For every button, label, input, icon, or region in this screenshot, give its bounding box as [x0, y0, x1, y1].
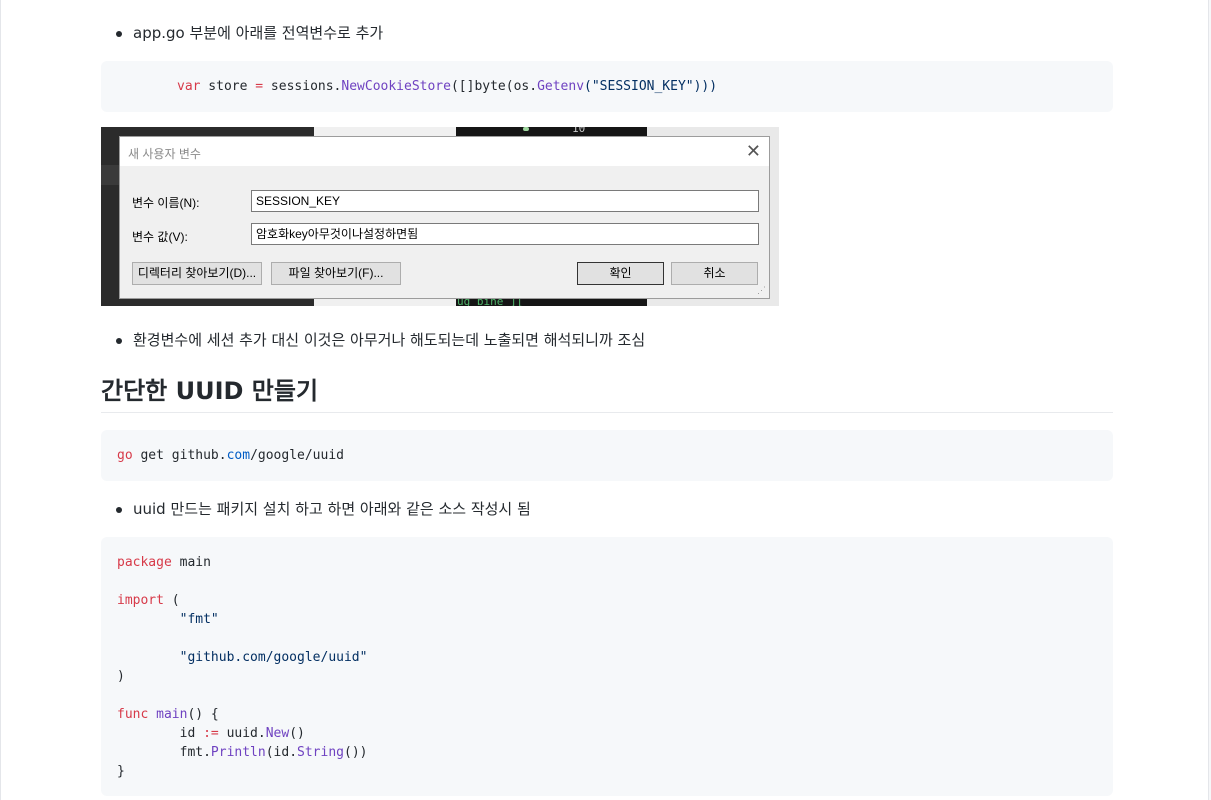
blog-post-page: app.go 부분에 아래를 전역변수로 추가 var store = sess…: [0, 0, 1209, 800]
variable-name-label: 변수 이름(N):: [132, 196, 200, 210]
code-line: ): [117, 669, 125, 684]
list-item-text: app.go 부분에 아래를 전역변수로 추가: [133, 24, 384, 42]
variable-name-field[interactable]: SESSION_KEY: [251, 190, 759, 212]
variable-value-label: 변수 값(V):: [132, 230, 188, 244]
list-item: uuid 만드는 패키지 설치 하고 하면 아래와 같은 소스 작성시 됨: [116, 499, 531, 519]
code-line: id := uuid.New(): [117, 726, 305, 741]
list-item: app.go 부분에 아래를 전역변수로 추가: [115, 23, 384, 43]
env-variable-screenshot: 10 ug bine ][ 새 사용자 변수 ✕ 변수 이름(N): SESSI…: [101, 127, 779, 306]
code-line: var store = sessions.NewCookieStore([]by…: [177, 79, 718, 94]
browse-file-button[interactable]: 파일 찾아보기(F)...: [271, 262, 401, 285]
code-line: "fmt": [117, 612, 219, 627]
ok-button[interactable]: 확인: [577, 262, 664, 285]
resize-grip-icon[interactable]: ⋰: [757, 285, 766, 296]
code-block-uuid-example[interactable]: package main import ( "fmt" "github.com/…: [101, 537, 1113, 796]
close-icon[interactable]: ✕: [746, 141, 761, 161]
code-line: func main() {: [117, 707, 219, 722]
code-block-go-get[interactable]: go get github.com/google/uuid: [101, 430, 1113, 481]
list-item: 환경변수에 세션 추가 대신 이것은 아무거나 해도되는데 노출되면 해석되니까…: [115, 330, 646, 350]
screenshot-bg-stripe: [101, 165, 119, 185]
code-block-session-store[interactable]: var store = sessions.NewCookieStore([]by…: [101, 61, 1113, 112]
new-user-variable-dialog: 새 사용자 변수 ✕ 변수 이름(N): SESSION_KEY 변수 값(V)…: [119, 136, 770, 299]
browse-directory-button[interactable]: 디렉터리 찾아보기(D)...: [132, 262, 262, 285]
code-line: import (: [117, 593, 180, 608]
variable-value-field[interactable]: 암호화key아무것이나설정하면됨: [251, 223, 759, 245]
list-item-text: 환경변수에 세션 추가 대신 이것은 아무거나 해도되는데 노출되면 해석되니까…: [133, 331, 646, 349]
heading-divider: [101, 412, 1113, 413]
dialog-titlebar: 새 사용자 변수 ✕: [120, 137, 769, 166]
dialog-title: 새 사용자 변수: [128, 147, 201, 161]
section-heading: 간단한 UUID 만들기: [101, 377, 319, 405]
code-line: "github.com/google/uuid": [117, 650, 368, 665]
terminal-dot: [523, 127, 529, 131]
terminal-text-top: 10: [572, 127, 586, 135]
list-item-text: uuid 만드는 패키지 설치 하고 하면 아래와 같은 소스 작성시 됨: [133, 500, 531, 518]
cancel-button[interactable]: 취소: [671, 262, 758, 285]
code-line: fmt.Println(id.String()): [117, 745, 368, 760]
code-line: go get github.com/google/uuid: [117, 448, 344, 463]
code-line: }: [117, 764, 125, 779]
code-line: package main: [117, 555, 211, 570]
